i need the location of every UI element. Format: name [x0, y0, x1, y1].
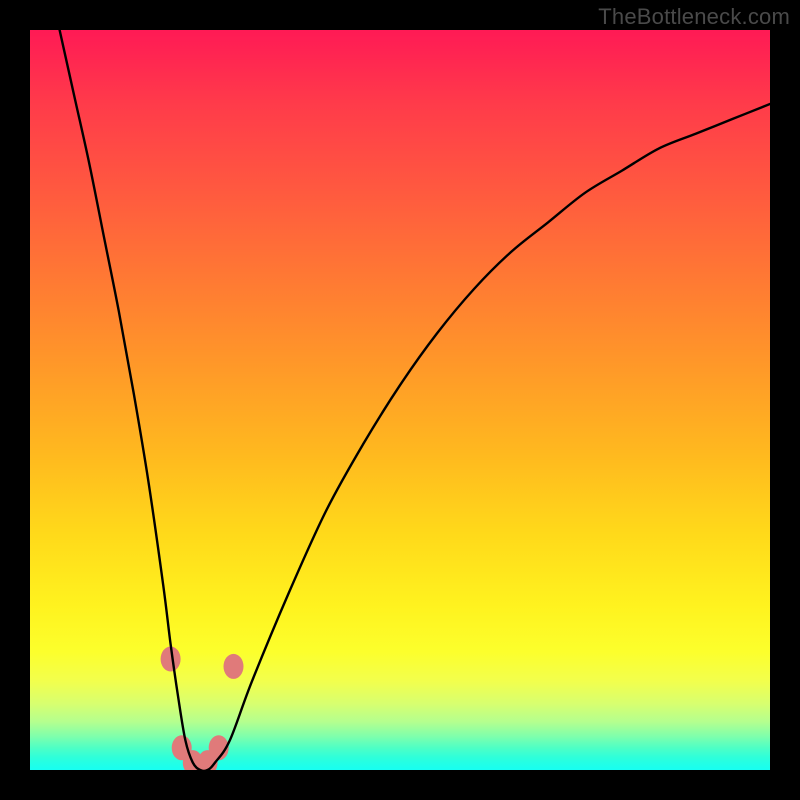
chart-root: TheBottleneck.com	[0, 0, 800, 800]
curve-marker	[224, 654, 244, 679]
plot-area	[30, 30, 770, 770]
attribution-text: TheBottleneck.com	[598, 4, 790, 30]
chart-svg	[30, 30, 770, 770]
